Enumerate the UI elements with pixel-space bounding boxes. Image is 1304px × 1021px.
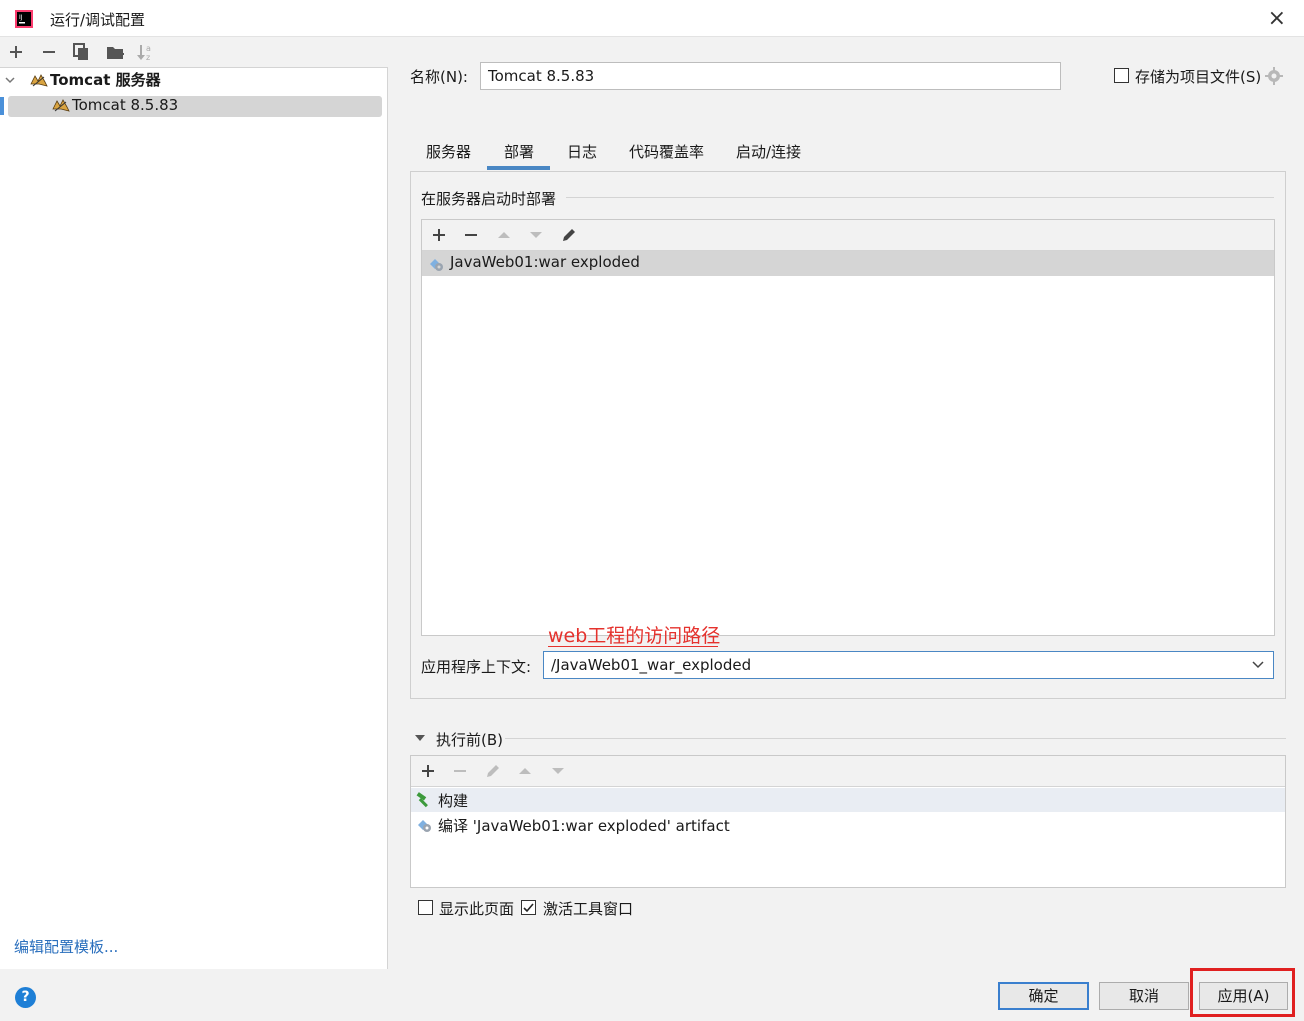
ok-button[interactable]: 确定 bbox=[998, 982, 1089, 1010]
edit-pencil-icon[interactable] bbox=[559, 225, 579, 245]
move-down-icon[interactable] bbox=[548, 761, 568, 781]
active-tab-indicator bbox=[487, 166, 550, 170]
edit-templates-link[interactable]: 编辑配置模板... bbox=[14, 936, 118, 957]
deployment-list: JavaWeb01:war exploded bbox=[421, 219, 1275, 636]
artifact-icon bbox=[418, 820, 431, 832]
cancel-button[interactable]: 取消 bbox=[1099, 982, 1189, 1010]
context-value: /JavaWeb01_war_exploded bbox=[551, 656, 752, 674]
before-launch-title[interactable]: 执行前(B) bbox=[436, 729, 503, 750]
before-launch-list: 构建 编译 'JavaWeb01:war exploded' artifact bbox=[410, 755, 1286, 888]
list-item[interactable]: JavaWeb01:war exploded bbox=[422, 251, 1274, 276]
deployment-list-toolbar bbox=[422, 220, 1274, 251]
application-context-combobox[interactable]: /JavaWeb01_war_exploded bbox=[543, 651, 1274, 679]
list-item[interactable]: 编译 'JavaWeb01:war exploded' artifact bbox=[411, 813, 1285, 837]
group-separator bbox=[566, 197, 1274, 198]
plus-icon[interactable] bbox=[418, 761, 438, 781]
artifact-icon bbox=[430, 259, 443, 271]
name-label: 名称(N): bbox=[410, 68, 468, 86]
list-item-label: 构建 bbox=[438, 792, 469, 810]
move-down-icon[interactable] bbox=[526, 225, 546, 245]
minus-icon[interactable] bbox=[38, 41, 60, 63]
tab-server[interactable]: 服务器 bbox=[426, 141, 471, 162]
minus-icon[interactable] bbox=[461, 225, 481, 245]
plus-icon[interactable] bbox=[5, 41, 27, 63]
copy-icon[interactable] bbox=[70, 41, 92, 63]
tree-item-label: Tomcat 8.5.83 bbox=[72, 96, 179, 114]
context-label: 应用程序上下文: bbox=[421, 658, 532, 676]
help-icon[interactable]: ? bbox=[15, 987, 36, 1008]
checkmark-icon bbox=[523, 903, 534, 913]
tab-deployment[interactable]: 部署 bbox=[504, 141, 534, 162]
intellij-app-icon: IJ bbox=[15, 10, 33, 28]
show-page-label[interactable]: 显示此页面 bbox=[439, 898, 514, 919]
tab-startup-connection[interactable]: 启动/连接 bbox=[736, 141, 801, 162]
annotation-underline bbox=[548, 646, 718, 647]
move-up-icon[interactable] bbox=[515, 761, 535, 781]
config-tree-panel: a z Tomcat 服务器 Tomcat 8.5.83 编辑配置模板... bbox=[0, 37, 388, 969]
tree-focus-indicator bbox=[0, 97, 4, 115]
tomcat-icon bbox=[52, 99, 70, 112]
close-icon[interactable]: × bbox=[1268, 6, 1286, 31]
highlight-frame bbox=[1190, 968, 1295, 1017]
tab-code-coverage[interactable]: 代码覆盖率 bbox=[629, 141, 704, 162]
list-item-label: 编译 'JavaWeb01:war exploded' artifact bbox=[438, 817, 730, 835]
store-as-project-checkbox[interactable] bbox=[1114, 68, 1129, 83]
list-item[interactable]: 构建 bbox=[411, 788, 1285, 812]
edit-pencil-icon[interactable] bbox=[483, 761, 503, 781]
tomcat-icon bbox=[30, 74, 48, 87]
before-launch-toolbar bbox=[411, 756, 1285, 787]
tree-toolbar: a z bbox=[0, 37, 388, 68]
chevron-down-icon[interactable] bbox=[1251, 660, 1265, 670]
move-up-icon[interactable] bbox=[494, 225, 514, 245]
list-item-label: JavaWeb01:war exploded bbox=[450, 253, 640, 271]
hammer-icon bbox=[416, 792, 428, 808]
svg-text:IJ: IJ bbox=[19, 14, 23, 21]
store-as-project-label[interactable]: 存储为项目文件(S) bbox=[1135, 66, 1261, 87]
tab-logs[interactable]: 日志 bbox=[567, 141, 597, 162]
window-title: 运行/调试配置 bbox=[50, 11, 146, 29]
tree-group-label: Tomcat 服务器 bbox=[50, 71, 161, 89]
deploy-group-title: 在服务器启动时部署 bbox=[421, 190, 557, 208]
group-separator bbox=[505, 738, 1286, 739]
plus-icon[interactable] bbox=[429, 225, 449, 245]
svg-text:z: z bbox=[146, 53, 150, 62]
name-field[interactable]: Tomcat 8.5.83 bbox=[480, 62, 1061, 90]
new-folder-icon[interactable] bbox=[104, 41, 126, 63]
collapse-triangle-icon[interactable] bbox=[414, 733, 426, 743]
title-bar: IJ 运行/调试配置 × bbox=[0, 0, 1304, 37]
svg-text:a: a bbox=[146, 44, 151, 53]
minus-icon[interactable] bbox=[450, 761, 470, 781]
activate-window-label[interactable]: 激活工具窗口 bbox=[543, 898, 633, 919]
show-page-checkbox[interactable] bbox=[418, 900, 433, 915]
chevron-down-icon[interactable] bbox=[4, 74, 16, 86]
annotation-web-path: web工程的访问路径 bbox=[548, 625, 721, 647]
sort-icon[interactable]: a z bbox=[135, 41, 157, 63]
gear-icon[interactable] bbox=[1265, 67, 1283, 85]
activate-window-checkbox[interactable] bbox=[521, 900, 536, 915]
